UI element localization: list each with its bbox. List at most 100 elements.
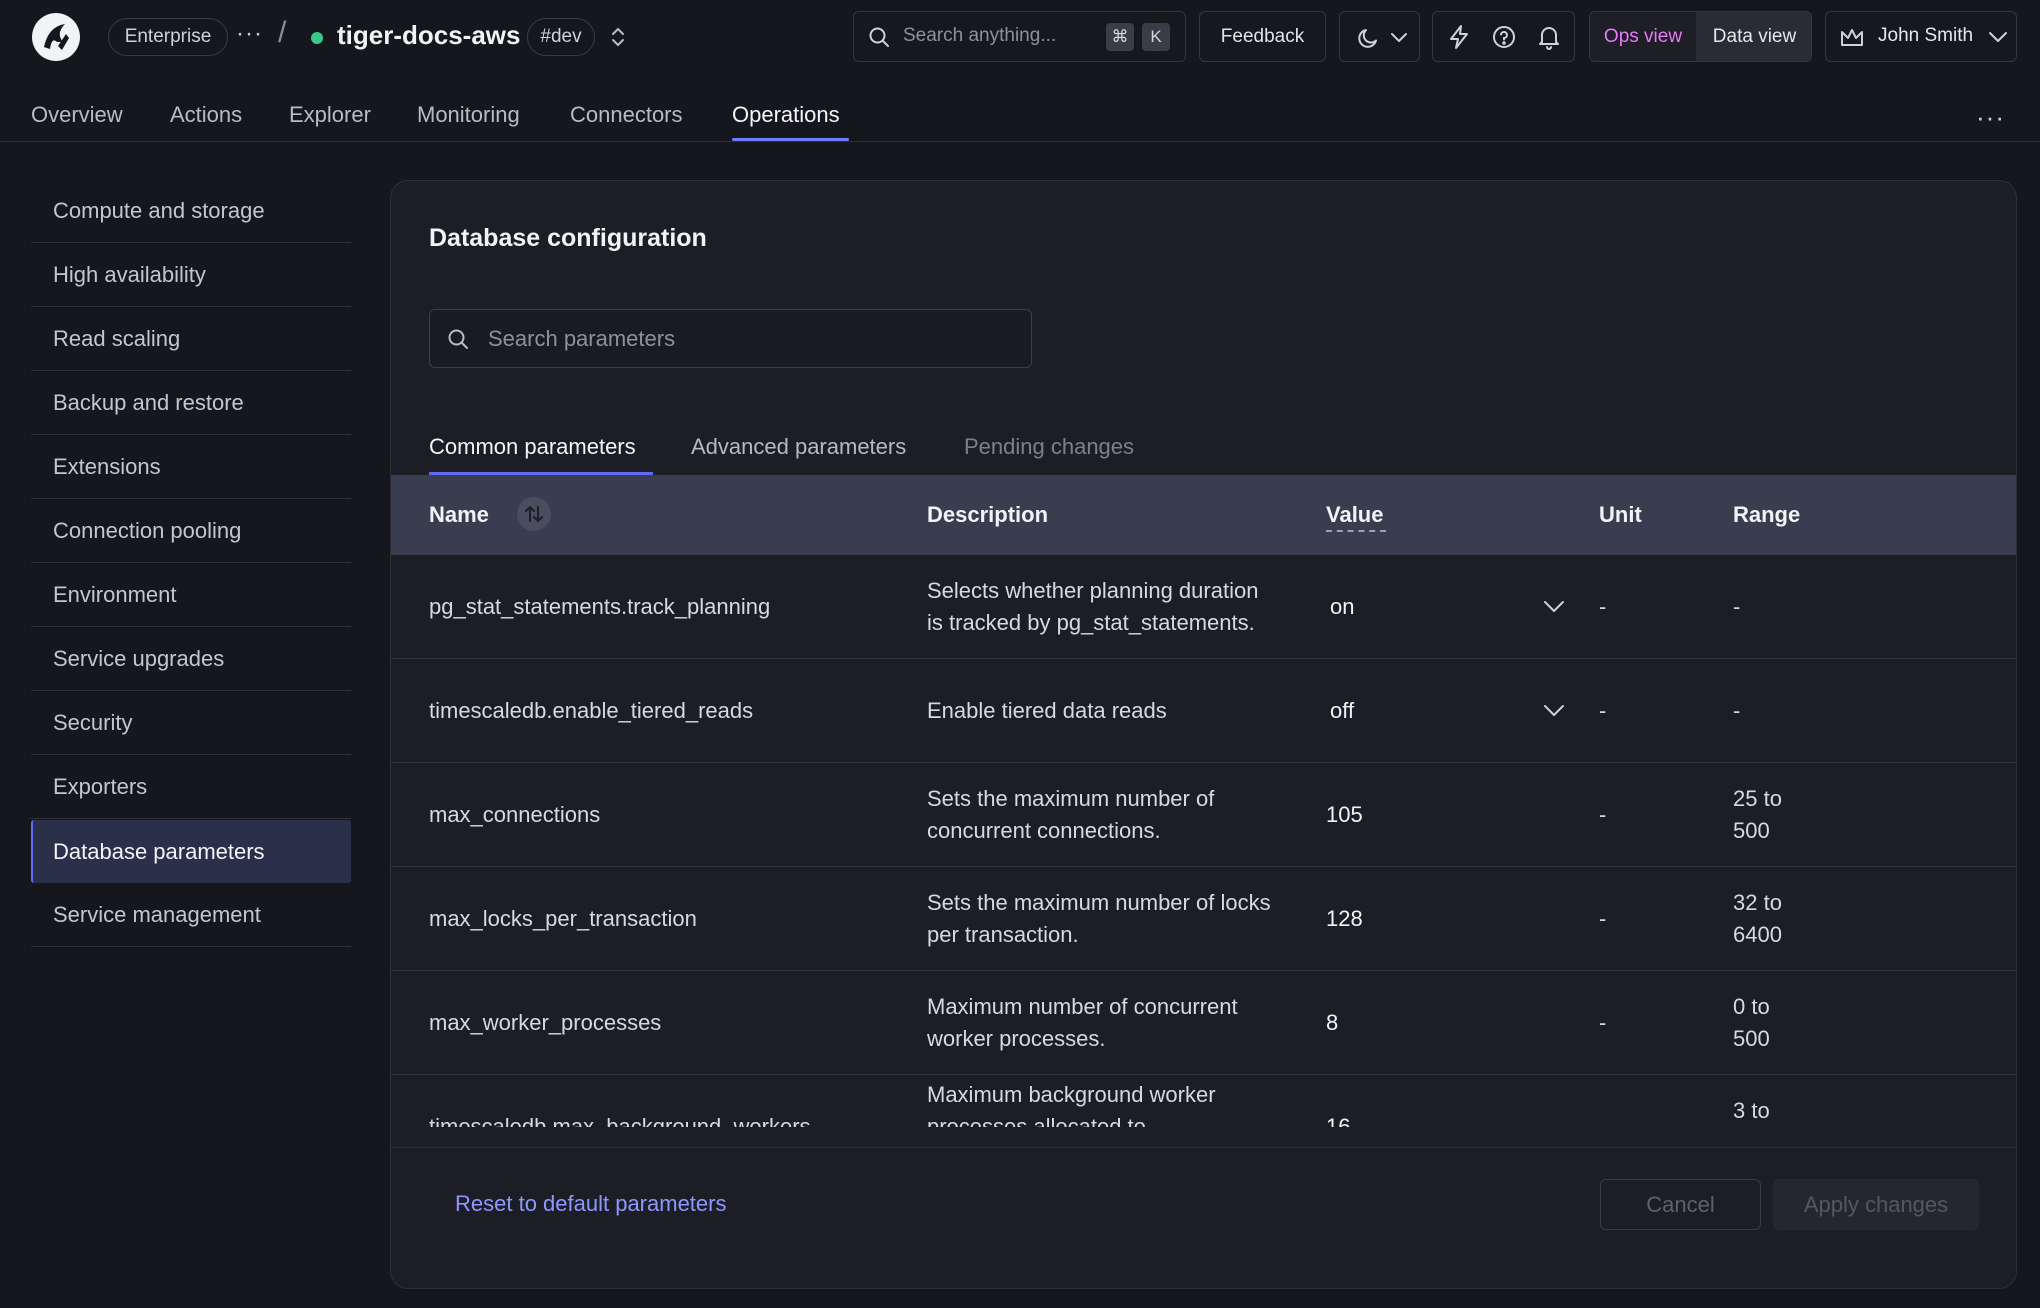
- service-name[interactable]: tiger-docs-aws: [337, 20, 521, 51]
- tab-advanced-parameters[interactable]: Advanced parameters: [691, 434, 906, 460]
- breadcrumb-more-icon[interactable]: ···: [236, 22, 264, 48]
- chevron-down-icon[interactable]: [1543, 599, 1565, 613]
- tab-connectors[interactable]: Connectors: [570, 102, 683, 128]
- top-bar: Enterprise ··· / tiger-docs-aws #dev Sea…: [0, 0, 2040, 74]
- sidebar-item-compute-storage[interactable]: Compute and storage: [31, 180, 351, 243]
- page-title: Database configuration: [429, 224, 707, 252]
- data-view-button[interactable]: Data view: [1696, 12, 1811, 61]
- shortcut-k-key: K: [1142, 23, 1170, 51]
- theme-toggle[interactable]: [1339, 11, 1420, 62]
- param-value-select[interactable]: off: [1330, 695, 1354, 727]
- param-unit: -: [1599, 594, 1607, 619]
- param-description-line: Maximum background worker: [927, 1082, 1216, 1107]
- param-unit: -: [1599, 802, 1607, 827]
- sidebar-item-exporters[interactable]: Exporters: [31, 756, 351, 819]
- param-value-input[interactable]: 16: [1326, 1111, 1350, 1127]
- param-range-line: -: [1733, 594, 1741, 619]
- env-tag: #dev: [527, 18, 595, 56]
- tab-overview[interactable]: Overview: [31, 102, 123, 128]
- sidebar-item-security[interactable]: Security: [31, 692, 351, 755]
- param-description-line: Selects whether planning duration: [927, 578, 1259, 603]
- param-description-line: Enable tiered data reads: [927, 698, 1167, 723]
- tab-actions[interactable]: Actions: [170, 102, 242, 128]
- sidebar-item-service-upgrades[interactable]: Service upgrades: [31, 628, 351, 691]
- env-tag-label: #dev: [540, 26, 582, 47]
- param-description-line: processes allocated to: [927, 1114, 1146, 1127]
- param-range-line: 0 to: [1733, 994, 1770, 1019]
- table-row: max_connections Sets the maximum number …: [391, 763, 2016, 867]
- tab-common-parameters[interactable]: Common parameters: [429, 434, 636, 460]
- sidebar-item-extensions[interactable]: Extensions: [31, 436, 351, 499]
- global-search[interactable]: Search anything... ⌘ K: [853, 11, 1186, 62]
- feedback-button[interactable]: Feedback: [1199, 11, 1326, 62]
- table-row: timescaledb.enable_tiered_reads Enable t…: [391, 659, 2016, 763]
- param-name: timescaledb.enable_tiered_reads: [429, 698, 754, 723]
- tab-operations[interactable]: Operations: [732, 102, 840, 128]
- sidebar-item-service-management[interactable]: Service management: [31, 884, 351, 947]
- service-switcher-icon[interactable]: [606, 24, 630, 50]
- parameter-search-input[interactable]: [486, 320, 1006, 358]
- reset-defaults-link[interactable]: Reset to default parameters: [455, 1191, 726, 1217]
- param-range-line: 25 to: [1733, 786, 1782, 811]
- sidebar-item-database-parameters[interactable]: Database parameters: [31, 820, 351, 883]
- param-value-select[interactable]: on: [1330, 591, 1354, 623]
- param-value-input[interactable]: 128: [1326, 903, 1363, 935]
- param-name: timescaledb.max_background_workers: [429, 1114, 811, 1127]
- param-description: Sets the maximum number of concurrent co…: [927, 783, 1317, 847]
- sidebar-item-high-availability[interactable]: High availability: [31, 244, 351, 307]
- sidebar-item-read-scaling[interactable]: Read scaling: [31, 308, 351, 371]
- service-status-dot: [311, 32, 323, 44]
- global-search-placeholder: Search anything...: [903, 25, 1057, 46]
- user-name: John Smith: [1878, 25, 1974, 46]
- sidebar-item-environment[interactable]: Environment: [31, 564, 351, 627]
- table-row: timescaledb.max_background_workers Maxim…: [391, 1075, 2016, 1127]
- breadcrumb-separator: /: [278, 16, 287, 49]
- sort-icon: [525, 506, 543, 522]
- param-range: 3 to 200: [1733, 1095, 1813, 1127]
- param-value-input[interactable]: 105: [1326, 799, 1363, 831]
- search-icon: [447, 328, 469, 350]
- column-header-value[interactable]: Value: [1326, 502, 1383, 528]
- param-description-line: Sets the maximum number of: [927, 786, 1215, 811]
- bell-icon[interactable]: [1537, 24, 1561, 50]
- sort-button[interactable]: [517, 497, 551, 531]
- cancel-button[interactable]: Cancel: [1600, 1179, 1761, 1230]
- chevron-down-icon[interactable]: [1543, 703, 1565, 717]
- param-unit: -: [1599, 1114, 1607, 1127]
- user-menu[interactable]: John Smith: [1825, 11, 2017, 62]
- tab-pending-changes[interactable]: Pending changes: [964, 434, 1134, 460]
- param-name: max_locks_per_transaction: [429, 906, 697, 931]
- org-badge[interactable]: Enterprise: [108, 18, 228, 56]
- param-unit: -: [1599, 906, 1607, 931]
- help-icon[interactable]: [1492, 25, 1516, 49]
- ops-view-button[interactable]: Ops view: [1590, 12, 1696, 61]
- main-nav: Overview Actions Explorer Monitoring Con…: [0, 74, 2040, 142]
- moon-icon: [1356, 26, 1380, 50]
- sidebar-item-connection-pooling[interactable]: Connection pooling: [31, 500, 351, 563]
- table-header: Name Description Value Unit Range: [391, 475, 2016, 555]
- param-unit: -: [1599, 698, 1607, 723]
- apply-changes-button[interactable]: Apply changes: [1773, 1179, 1979, 1230]
- param-value-input[interactable]: 8: [1326, 1007, 1338, 1039]
- param-range: 25 to 500: [1733, 783, 1813, 847]
- param-name: max_worker_processes: [429, 1010, 662, 1035]
- more-options-icon[interactable]: ···: [1976, 102, 2005, 133]
- tab-monitoring[interactable]: Monitoring: [417, 102, 520, 128]
- column-header-unit: Unit: [1599, 502, 1642, 527]
- lightning-icon[interactable]: [1447, 24, 1471, 50]
- parameters-table-body: pg_stat_statements.track_planning Select…: [391, 555, 2016, 1127]
- param-name: max_connections: [429, 802, 601, 827]
- param-range-line: 3 to: [1733, 1098, 1770, 1123]
- param-range-line: 500: [1733, 1026, 1770, 1051]
- param-description-line: per transaction.: [927, 922, 1079, 947]
- panel-footer: Reset to default parameters Cancel Apply…: [391, 1147, 2016, 1288]
- sidebar-item-backup-restore[interactable]: Backup and restore: [31, 372, 351, 435]
- column-header-name: Name: [429, 502, 489, 527]
- view-toggle: Ops view Data view: [1589, 11, 1812, 62]
- param-description: Maximum background worker processes allo…: [927, 1079, 1317, 1127]
- tab-explorer[interactable]: Explorer: [289, 102, 371, 128]
- table-row: pg_stat_statements.track_planning Select…: [391, 555, 2016, 659]
- tiger-logo-icon[interactable]: [31, 12, 81, 62]
- shortcut-cmd-key: ⌘: [1106, 23, 1134, 51]
- param-description-line: concurrent connections.: [927, 818, 1161, 843]
